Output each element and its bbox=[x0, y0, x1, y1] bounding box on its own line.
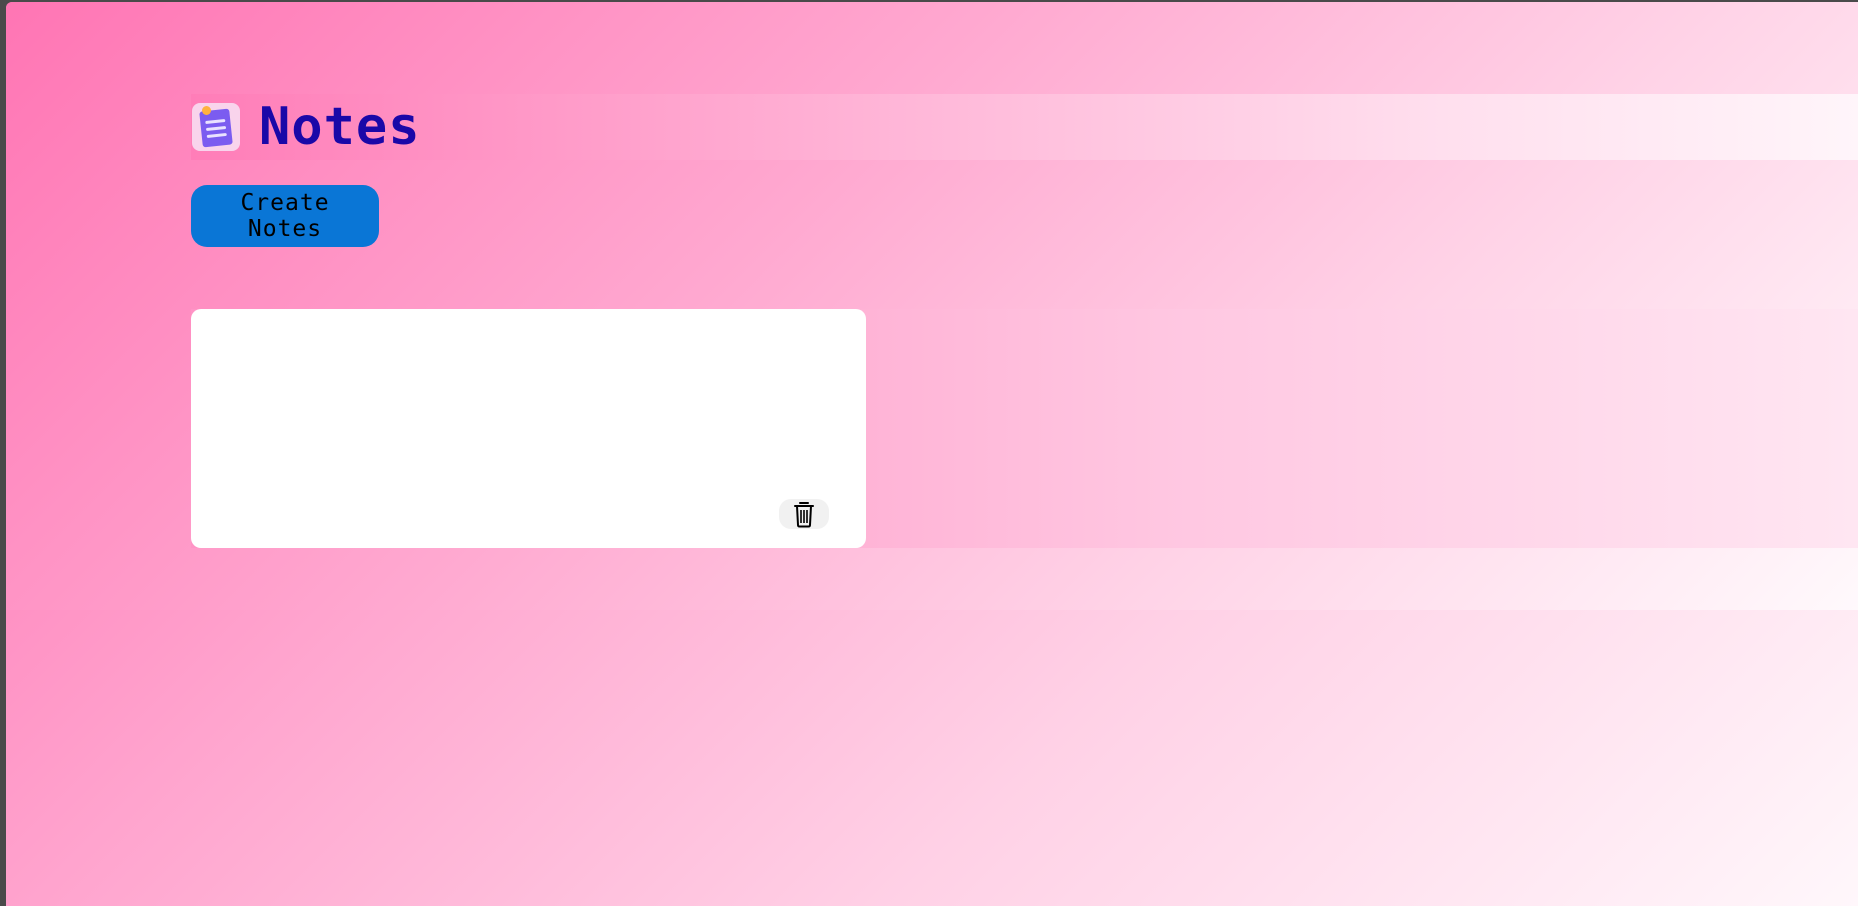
header: Notes bbox=[191, 94, 1858, 160]
note-card[interactable] bbox=[191, 309, 866, 548]
notes-list bbox=[191, 309, 1858, 548]
delete-note-button[interactable] bbox=[779, 499, 829, 529]
trash-icon bbox=[794, 502, 814, 528]
app-window: Notes Create Notes bbox=[6, 2, 1858, 906]
page-title: Notes bbox=[259, 97, 421, 157]
notes-container: Notes Create Notes bbox=[6, 2, 1858, 610]
create-notes-button[interactable]: Create Notes bbox=[191, 185, 379, 247]
notes-logo-icon bbox=[192, 103, 240, 151]
